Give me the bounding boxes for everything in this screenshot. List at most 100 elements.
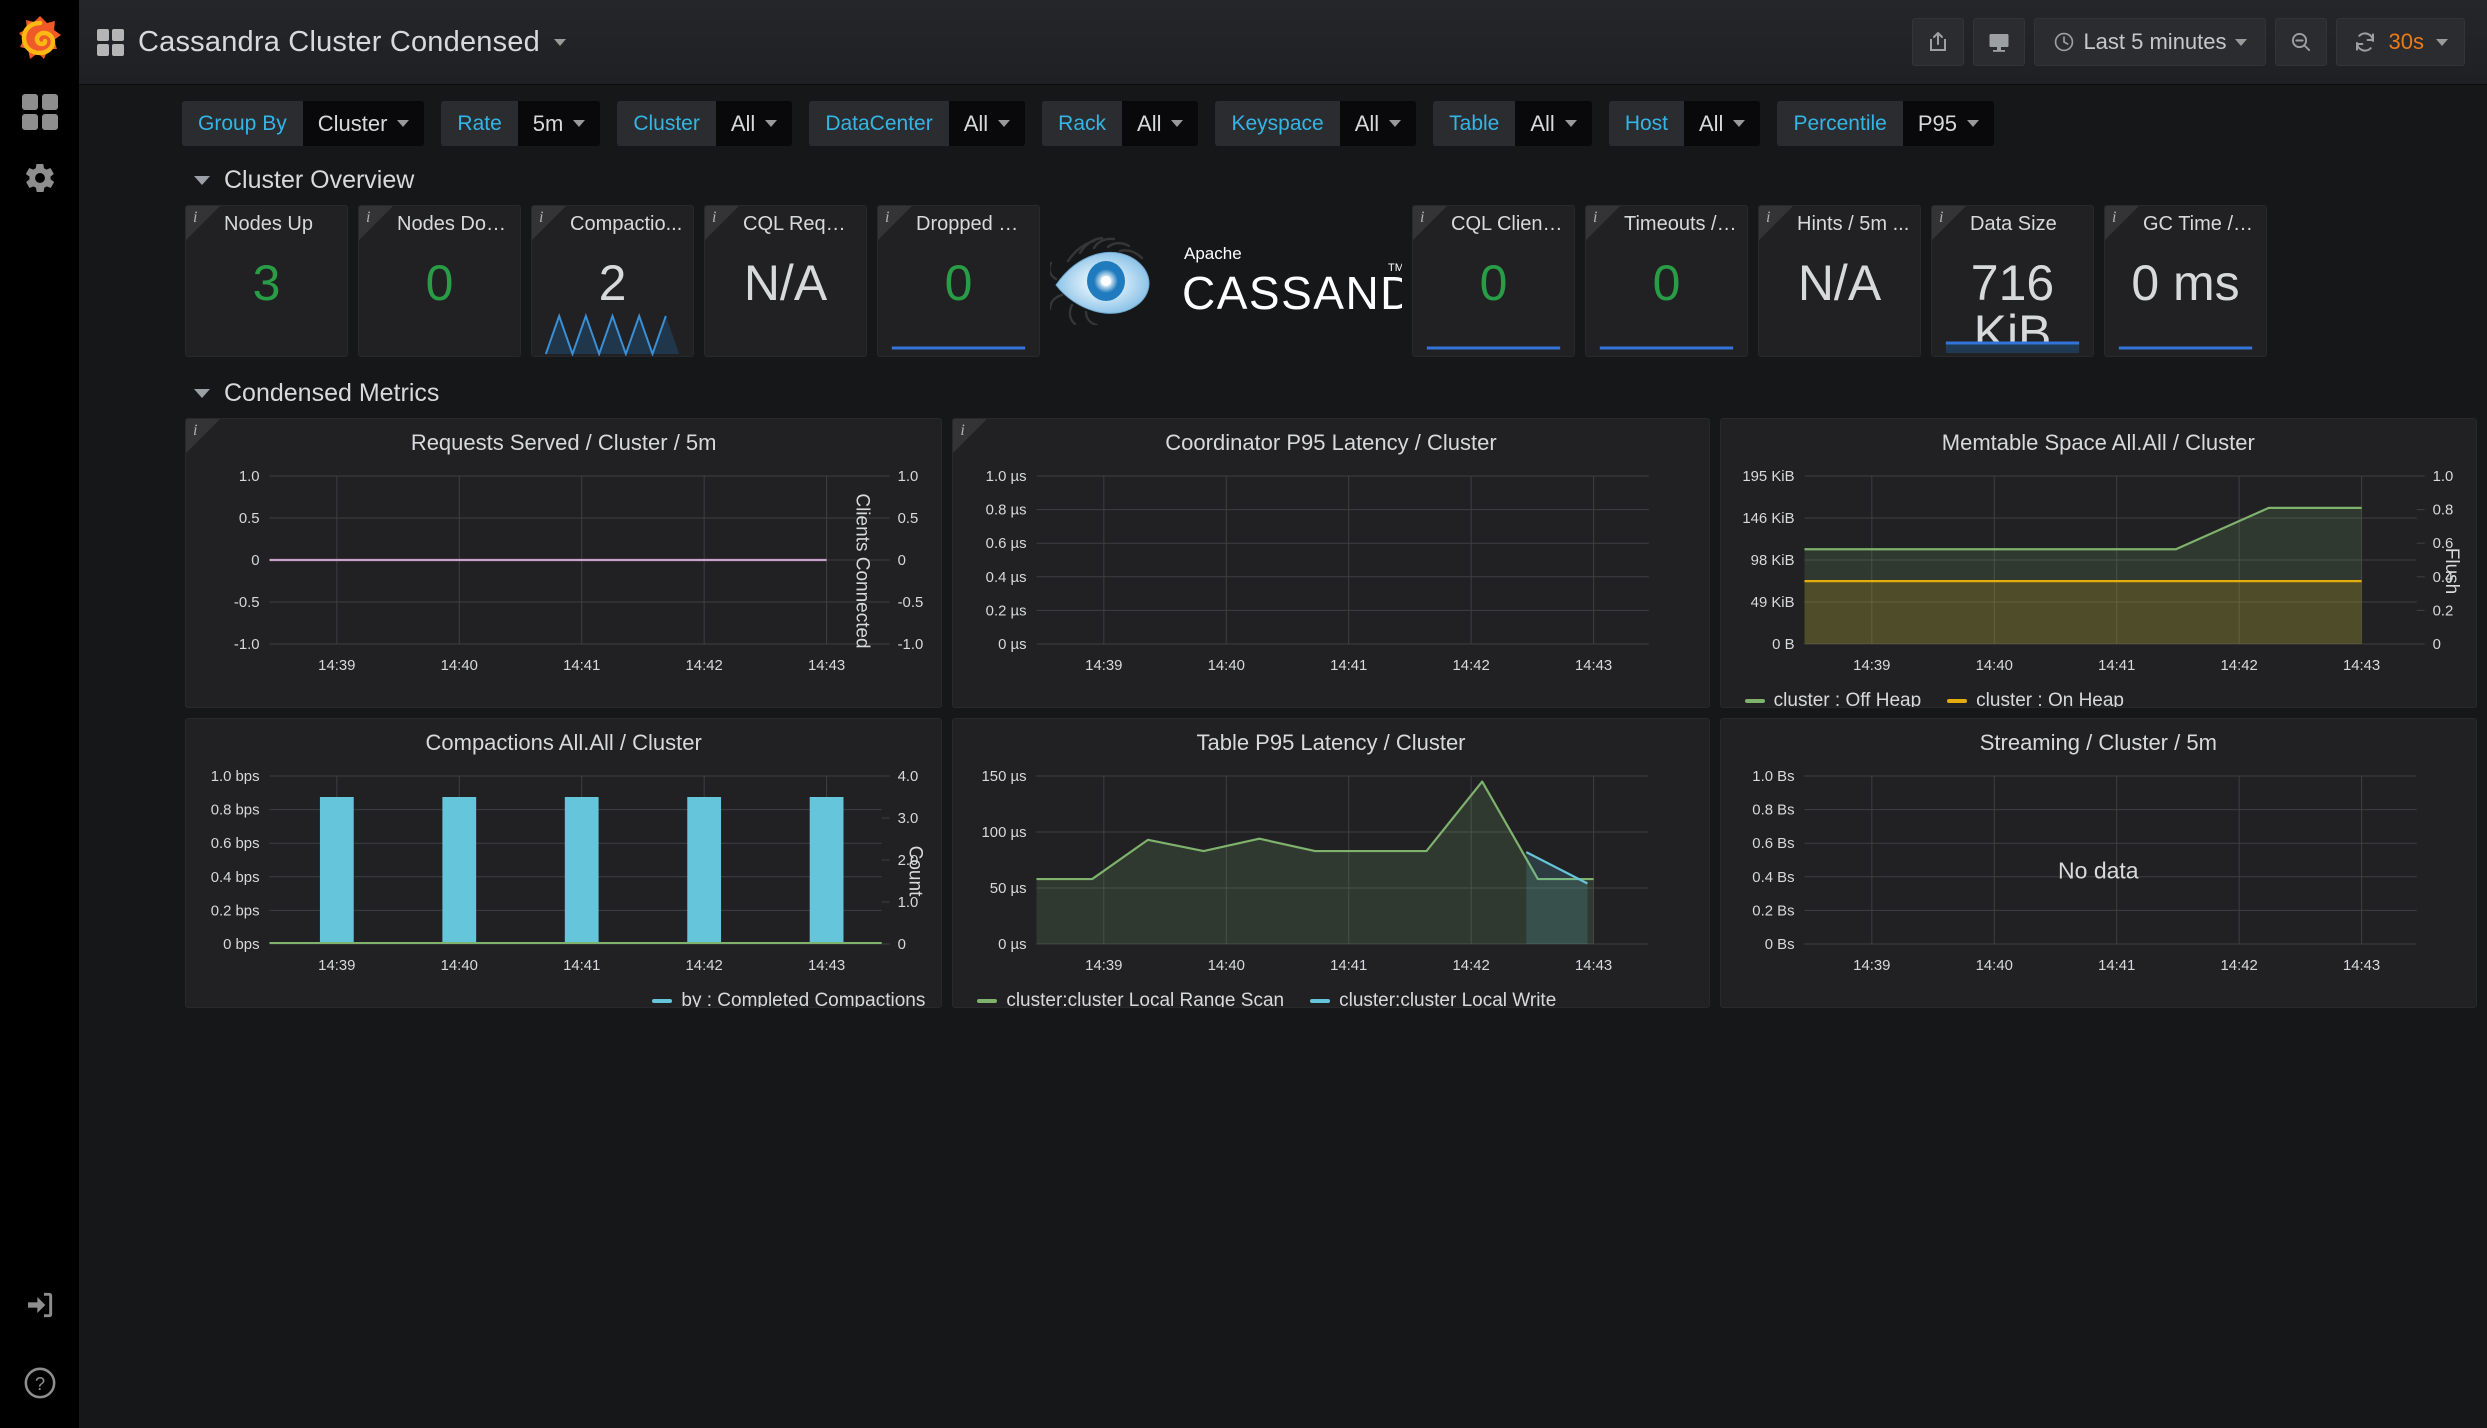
sidebar-item-sign-in[interactable] <box>0 1272 79 1338</box>
graph-panel-table-p95-latency[interactable]: Table P95 Latency / Cluster 150 µs 100 µs 5… <box>952 718 1710 1008</box>
info-icon[interactable]: i <box>960 422 964 440</box>
sparkline <box>878 310 1039 356</box>
stat-panel[interactable]: i Dropped M... 0 <box>877 205 1040 357</box>
svg-text:14:43: 14:43 <box>2343 657 2380 674</box>
graph-plot-area[interactable]: 1.0 bps 0.8 bps 0.6 bps 0.4 bps 0.2 bps 0 bps… <box>186 756 941 986</box>
stat-panel[interactable]: i GC Time / 5... 0 ms <box>2104 205 2267 357</box>
svg-text:14:39: 14:39 <box>1853 657 1890 674</box>
svg-text:14:41: 14:41 <box>1330 957 1367 974</box>
row-header-cluster-overview[interactable]: Cluster Overview <box>79 156 2487 205</box>
svg-text:1.0 Bs: 1.0 Bs <box>1752 768 1794 785</box>
graph-plot-area[interactable]: 150 µs 100 µs 50 µs 0 µs 14:39 14:40 14:41 14:4… <box>953 756 1708 986</box>
logo-cassandra-word: CASSANDRA <box>1182 267 1402 319</box>
legend-item[interactable]: cluster : Off Heap <box>1744 690 1922 708</box>
variable-label: Percentile <box>1777 101 1903 146</box>
svg-text:49 KiB: 49 KiB <box>1750 594 1794 611</box>
variable-percentile[interactable]: Percentile P95 <box>1777 101 1994 146</box>
variable-cluster[interactable]: Cluster All <box>617 101 793 146</box>
variable-value-dropdown[interactable]: All <box>1515 101 1592 146</box>
stat-panel[interactable]: i Timeouts / ... 0 <box>1585 205 1748 357</box>
legend-item[interactable]: cluster:cluster Local Write <box>1310 990 1557 1008</box>
variable-value-dropdown[interactable]: 5m <box>517 101 601 146</box>
variable-value-dropdown[interactable]: All <box>715 101 793 146</box>
panel-title: Coordinator P95 Latency / Cluster <box>1165 430 1497 455</box>
graph-plot-area[interactable]: 1.0 0.5 0 -0.5 -1.0 14:39 14:40 14:41 14:42 14:43… <box>186 456 941 686</box>
graph-row-2: Compactions All.All / Cluster 1.0 bps 0.8 … <box>79 718 2487 1008</box>
sparkline <box>1413 310 1574 356</box>
variable-value-dropdown[interactable]: All <box>1684 101 1761 146</box>
stat-panel[interactable]: i Compactio... 2 <box>531 205 694 357</box>
sidebar-item-configuration[interactable] <box>0 145 79 211</box>
info-icon[interactable]: i <box>885 209 889 227</box>
graph-plot-area[interactable]: 1.0 µs 0.8 µs 0.6 µs 0.4 µs 0.2 µs 0 µs 14:39 1… <box>953 456 1708 686</box>
stat-panel[interactable]: i Nodes Up 3 <box>185 205 348 357</box>
stat-panel[interactable]: i Hints / 5m ... N/A <box>1758 205 1921 357</box>
stat-panel[interactable]: i CQL Reque... N/A <box>704 205 867 357</box>
chevron-down-icon[interactable] <box>553 38 566 46</box>
refresh-control[interactable]: 30s <box>2335 18 2465 66</box>
graph-plot-area[interactable]: 1.0 Bs 0.8 Bs 0.6 Bs 0.4 Bs 0.2 Bs 0 Bs 14:39 1… <box>1721 756 2476 986</box>
variable-label: Table <box>1433 101 1516 146</box>
graph-panel-streaming[interactable]: Streaming / Cluster / 5m 1.0 Bs 0.8 Bs 0.6 … <box>1719 718 2477 1008</box>
grafana-logo[interactable] <box>0 0 79 79</box>
sidebar-item-dashboards[interactable] <box>0 79 79 145</box>
zoom-out-button[interactable] <box>2274 18 2327 66</box>
graph-panel-compactions[interactable]: Compactions All.All / Cluster 1.0 bps 0.8 … <box>185 718 943 1008</box>
variable-value-dropdown[interactable]: All <box>1122 101 1199 146</box>
variable-rack[interactable]: Rack All <box>1042 101 1199 146</box>
info-icon[interactable]: i <box>1420 209 1424 227</box>
variable-value-dropdown[interactable]: P95 <box>1902 101 1994 146</box>
graph-panel-requests-served[interactable]: i Requests Served / Cluster / 5m 1.0 0.5 0 -0… <box>185 418 943 708</box>
sparkline <box>1932 310 2093 356</box>
info-icon[interactable]: i <box>2112 209 2116 227</box>
variable-keyspace[interactable]: Keyspace All <box>1215 101 1417 146</box>
legend-color-swatch <box>1744 699 1765 703</box>
info-icon[interactable]: i <box>539 209 543 227</box>
info-icon[interactable]: i <box>193 422 197 440</box>
info-icon[interactable]: i <box>712 209 716 227</box>
graph-legend: cluster : Off Heap cluster : On Heap <box>1721 686 2476 708</box>
variable-datacenter[interactable]: DataCenter All <box>809 101 1026 146</box>
info-icon[interactable]: i <box>1939 209 1943 227</box>
legend-item[interactable]: by : Completed Compactions <box>652 990 925 1007</box>
variable-rate[interactable]: Rate 5m <box>441 101 601 146</box>
legend-item[interactable]: cluster : On Heap <box>1947 690 2124 707</box>
info-icon[interactable]: i <box>1593 209 1597 227</box>
svg-text:0: 0 <box>2432 636 2440 653</box>
stat-panel[interactable]: i Nodes Dow... 0 <box>358 205 521 357</box>
variable-value-dropdown[interactable]: Cluster <box>302 101 425 146</box>
variable-host[interactable]: Host All <box>1608 101 1761 146</box>
legend-label: cluster:cluster Local Write <box>1339 990 1557 1008</box>
graph-panel-memtable-space[interactable]: Memtable Space All.All / Cluster 195 KiB 1… <box>1719 418 2477 708</box>
info-icon[interactable]: i <box>366 209 370 227</box>
graph-panel-coordinator-p95-latency[interactable]: i Coordinator P95 Latency / Cluster 1.0 µs… <box>952 418 1710 708</box>
variable-table[interactable]: Table All <box>1433 101 1592 146</box>
panel-info-corner <box>1932 206 1966 240</box>
legend-item[interactable]: cluster:cluster Local Range Scan <box>977 990 1284 1007</box>
variable-value-dropdown[interactable]: All <box>1339 101 1417 146</box>
panel-title: Compactions All.All / Cluster <box>425 730 702 755</box>
stat-panel[interactable]: i Data Size 716 KiB <box>1931 205 2094 357</box>
stat-panel[interactable]: i CQL Clients... 0 <box>1412 205 1575 357</box>
variable-label: Keyspace <box>1215 101 1340 146</box>
graph-plot-area[interactable]: 195 KiB 146 KiB 98 KiB 49 KiB 0 B 14:39 14:40 1… <box>1721 456 2476 686</box>
svg-text:14:40: 14:40 <box>441 957 478 974</box>
row-header-condensed-metrics[interactable]: Condensed Metrics <box>79 357 2487 418</box>
sidebar-item-help[interactable]: ? <box>0 1338 79 1428</box>
variable-value-dropdown[interactable]: All <box>948 101 1026 146</box>
time-range-picker[interactable]: Last 5 minutes <box>2034 18 2266 66</box>
variable-value-text: All <box>1137 110 1162 136</box>
question-circle-icon: ? <box>24 1367 55 1399</box>
variable-group-by[interactable]: Group By Cluster <box>182 101 425 146</box>
legend-label: cluster : Off Heap <box>1773 690 1922 708</box>
tv-mode-button[interactable] <box>1973 18 2026 66</box>
info-icon[interactable]: i <box>193 209 197 227</box>
svg-text:0.4 µs: 0.4 µs <box>986 569 1027 586</box>
info-icon[interactable]: i <box>1766 209 1770 227</box>
dashboard-title-group[interactable]: Cassandra Cluster Condensed <box>97 26 566 59</box>
clock-icon <box>2055 32 2074 52</box>
panel-info-corner <box>878 206 912 240</box>
svg-text:14:43: 14:43 <box>1575 657 1612 674</box>
share-button[interactable] <box>1912 18 1965 66</box>
legend-color-swatch <box>652 999 673 1003</box>
